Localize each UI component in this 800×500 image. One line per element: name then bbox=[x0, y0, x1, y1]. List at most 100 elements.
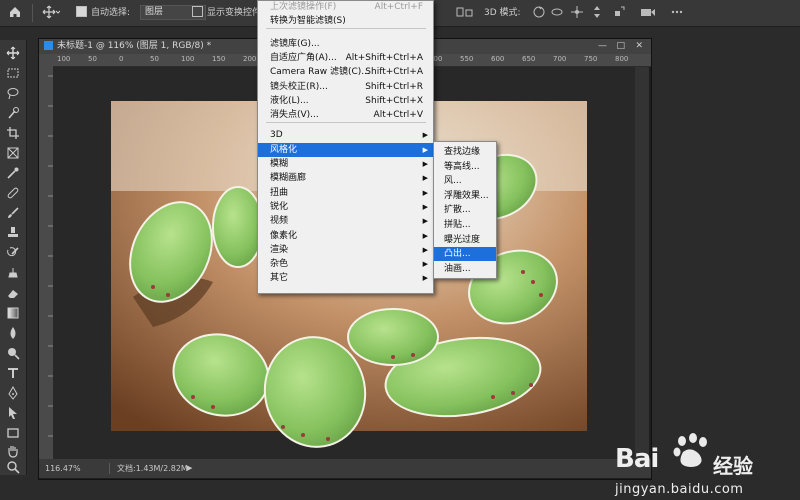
tools-panel bbox=[0, 40, 27, 475]
submenu-arrow-icon: ▶ bbox=[422, 160, 428, 168]
menu-item-shortcut: Alt+Shift+Ctrl+A bbox=[345, 53, 423, 63]
filter-menu-item[interactable]: 转换为智能滤镜(S) bbox=[258, 14, 433, 28]
auto-select-checkbox[interactable]: 自动选择: bbox=[76, 5, 130, 21]
filter-menu-item[interactable]: 其它 ▶ bbox=[258, 271, 433, 285]
stylize-submenu-item[interactable]: 扩散... bbox=[434, 203, 496, 217]
filter-menu-item[interactable]: 像素化 ▶ bbox=[258, 229, 433, 243]
filter-menu-item[interactable]: 消失点(V)... Alt+Ctrl+V bbox=[258, 108, 433, 122]
pen-tool-icon[interactable] bbox=[3, 386, 23, 401]
menu-separator bbox=[266, 122, 426, 123]
filter-menu-item[interactable]: 模糊画廊 ▶ bbox=[258, 171, 433, 185]
lasso-tool-icon[interactable] bbox=[3, 86, 23, 101]
move-tool-preset-icon[interactable] bbox=[42, 5, 61, 21]
home-icon[interactable] bbox=[8, 5, 22, 21]
3d-roll-icon[interactable] bbox=[550, 5, 564, 21]
stylize-submenu-item[interactable]: 等高线... bbox=[434, 160, 496, 174]
hand-tool-icon[interactable] bbox=[3, 444, 23, 459]
type-tool-icon[interactable] bbox=[3, 366, 23, 381]
filter-menu-item[interactable]: 扭曲 ▶ bbox=[258, 186, 433, 200]
stylize-submenu-item[interactable]: 油画... bbox=[434, 262, 496, 276]
checkbox-checked[interactable] bbox=[76, 6, 87, 17]
3d-mode-label: 3D 模式: bbox=[484, 8, 521, 18]
auto-select-label: 自动选择: bbox=[91, 8, 131, 18]
ruler-tick-label: 650 bbox=[522, 55, 536, 63]
filter-menu-item[interactable]: 模糊 ▶ bbox=[258, 157, 433, 171]
3d-pan-icon[interactable] bbox=[570, 5, 584, 21]
zoom-level[interactable]: 116.47% bbox=[45, 459, 81, 478]
filter-menu-item[interactable]: 3D ▶ bbox=[258, 128, 433, 142]
submenu-item-label: 油画... bbox=[444, 263, 471, 274]
filter-menu-item[interactable]: 液化(L)... Shift+Ctrl+X bbox=[258, 94, 433, 108]
blur-tool-icon[interactable] bbox=[3, 326, 23, 341]
3d-slide-icon[interactable] bbox=[590, 5, 604, 21]
submenu-item-label: 凸出... bbox=[444, 249, 471, 260]
ps-doc-icon bbox=[44, 41, 53, 50]
filter-menu-item[interactable]: 滤镜库(G)... bbox=[258, 37, 433, 51]
rectangle-tool-icon[interactable] bbox=[3, 426, 23, 441]
ruler-tick-label: 50 bbox=[88, 55, 97, 63]
zoom-tool-icon[interactable] bbox=[3, 460, 23, 475]
filter-menu-item[interactable]: 渲染 ▶ bbox=[258, 243, 433, 257]
quick-select-tool-icon[interactable] bbox=[3, 106, 23, 121]
filter-menu-item[interactable]: 自适应广角(A)... Alt+Shift+Ctrl+A bbox=[258, 51, 433, 65]
filter-menu-item[interactable]: 镜头校正(R)... Shift+Ctrl+R bbox=[258, 80, 433, 94]
chevron-right-icon[interactable]: ▶ bbox=[187, 459, 192, 478]
align-icons[interactable] bbox=[455, 5, 475, 21]
ruler-tick-label: 100 bbox=[57, 55, 71, 63]
filter-menu-item[interactable]: 杂色 ▶ bbox=[258, 257, 433, 271]
checkbox-unchecked[interactable] bbox=[192, 6, 203, 17]
healing-brush-tool-icon[interactable] bbox=[3, 186, 23, 201]
ruler-tick-label: 100 bbox=[181, 55, 195, 63]
3d-scale-icon[interactable] bbox=[612, 5, 626, 21]
video-camera-icon[interactable] bbox=[640, 5, 656, 21]
stylize-submenu-item[interactable]: 浮雕效果... bbox=[434, 189, 496, 203]
ruler-tick-label: 550 bbox=[460, 55, 474, 63]
move-tool-icon[interactable] bbox=[3, 46, 23, 61]
menu-item-label: 锐化 bbox=[270, 202, 289, 212]
submenu-item-label: 扩散... bbox=[444, 205, 471, 216]
stylize-submenu-item[interactable]: 查找边缘 bbox=[434, 145, 496, 159]
doc-size-info[interactable]: 文档:1.43M/2.82M bbox=[117, 459, 188, 478]
filter-menu-item: 上次滤镜操作(F) Alt+Ctrl+F bbox=[258, 0, 433, 14]
brush-tool-icon[interactable] bbox=[3, 206, 23, 221]
watermark-url: jingyan.baidu.com bbox=[615, 482, 744, 497]
menu-item-shortcut: Shift+Ctrl+R bbox=[365, 82, 423, 92]
maximize-icon[interactable]: □ bbox=[616, 39, 625, 54]
stylize-submenu: 查找边缘 等高线... 风... 浮雕效果... 扩散... 拼贴... 曝光过度凸出...… bbox=[433, 141, 497, 279]
menu-item-label: 杂色 bbox=[270, 259, 289, 269]
clone-stamp-tool-icon[interactable] bbox=[3, 226, 23, 241]
stylize-submenu-item[interactable]: 拼贴... bbox=[434, 218, 496, 232]
menu-item-label: 其它 bbox=[270, 273, 289, 283]
menu-item-shortcut: Alt+Ctrl+F bbox=[374, 2, 423, 12]
3d-rotate-icon[interactable] bbox=[532, 5, 546, 21]
close-icon[interactable]: ✕ bbox=[635, 39, 643, 54]
filter-menu-item[interactable]: 视频 ▶ bbox=[258, 214, 433, 228]
filter-menu-item[interactable]: 锐化 ▶ bbox=[258, 200, 433, 214]
frame-tool-icon[interactable] bbox=[3, 146, 23, 161]
filter-menu-item[interactable]: 风格化 ▶ bbox=[258, 143, 433, 157]
path-select-tool-icon[interactable] bbox=[3, 406, 23, 421]
menu-item-label: 自适应广角(A)... bbox=[270, 53, 337, 63]
submenu-arrow-icon: ▶ bbox=[422, 174, 428, 182]
vertical-scrollbar[interactable] bbox=[635, 67, 649, 459]
ruler-tick-label: 0 bbox=[119, 55, 124, 63]
marquee-tool-icon[interactable] bbox=[3, 66, 23, 81]
stylize-submenu-item[interactable]: 风... bbox=[434, 174, 496, 188]
eraser-tool-icon[interactable] bbox=[3, 286, 23, 301]
more-icon[interactable] bbox=[670, 5, 684, 21]
gradient-tool-icon[interactable] bbox=[3, 306, 23, 321]
menu-item-label: 模糊画廊 bbox=[270, 173, 307, 183]
show-transform-checkbox[interactable]: 显示变换控件 bbox=[192, 5, 261, 21]
filter-menu-item[interactable]: Camera Raw 滤镜(C)... Shift+Ctrl+A bbox=[258, 65, 433, 79]
history-brush-tool-icon[interactable] bbox=[3, 246, 23, 261]
ruler-tick-label: 800 bbox=[615, 55, 629, 63]
eyedropper-tool-icon[interactable] bbox=[3, 166, 23, 181]
minimize-icon[interactable]: — bbox=[598, 39, 607, 54]
crop-tool-icon[interactable] bbox=[3, 126, 23, 141]
stamp-tool-icon[interactable] bbox=[3, 266, 23, 281]
stylize-submenu-item[interactable]: 曝光过度 bbox=[434, 233, 496, 247]
submenu-arrow-icon: ▶ bbox=[422, 131, 428, 139]
submenu-item-label: 风... bbox=[444, 176, 462, 187]
dodge-tool-icon[interactable] bbox=[3, 346, 23, 361]
stylize-submenu-item[interactable]: 凸出... bbox=[434, 247, 496, 262]
